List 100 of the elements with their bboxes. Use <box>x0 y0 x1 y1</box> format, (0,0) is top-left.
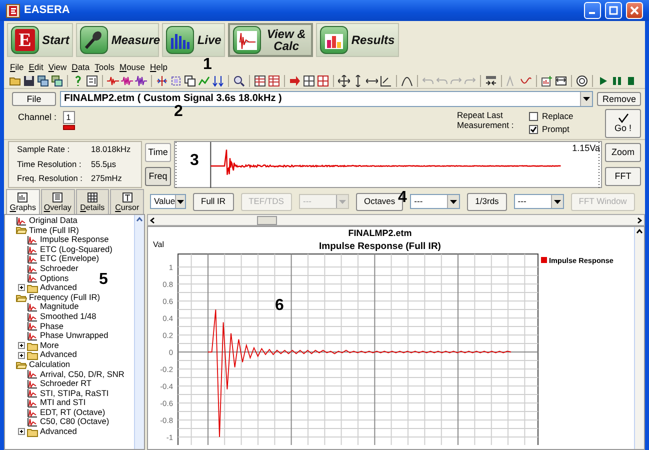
tree-item[interactable]: Frequency (Full IR) <box>29 292 100 302</box>
tree-item[interactable]: Advanced <box>40 283 77 293</box>
toolbar-button[interactable]: 1/3rds <box>467 192 507 210</box>
tree-item[interactable]: Advanced <box>40 427 77 437</box>
tree-item[interactable]: Phase Unwrapped <box>40 331 108 341</box>
menu-item[interactable]: Help <box>150 61 168 73</box>
tree-item[interactable]: Impulse Response <box>40 235 109 245</box>
file-button[interactable]: File <box>12 92 56 106</box>
tree-item[interactable]: Phase <box>40 322 64 332</box>
checkmark-icon[interactable] <box>618 113 628 124</box>
tree-item[interactable]: Schroeder RT <box>40 379 92 389</box>
expand-button[interactable] <box>18 284 25 292</box>
dropdown-arrow-icon[interactable] <box>583 97 590 101</box>
table-icon[interactable] <box>254 74 266 86</box>
tree-item[interactable]: Smoothed 1/48 <box>40 312 96 322</box>
overview-button[interactable]: FFT <box>605 166 641 186</box>
panel-icon[interactable] <box>86 74 98 86</box>
curve-icon[interactable] <box>520 74 532 86</box>
tree-item[interactable]: More <box>40 340 59 350</box>
tree-item[interactable]: STI, STIPa, RaSTI <box>40 388 109 398</box>
menu-item[interactable]: Edit <box>28 61 44 73</box>
tree-item[interactable]: Magnitude <box>40 302 79 312</box>
expand-button[interactable] <box>18 428 25 436</box>
peak-icon[interactable] <box>401 74 413 86</box>
view-tab[interactable]: Cursor <box>110 189 144 214</box>
tree-item[interactable]: Arrival, C50, D/R, SNR <box>40 370 124 380</box>
menu-item[interactable]: File <box>10 61 24 73</box>
tree-item[interactable]: Time (Full IR) <box>29 226 79 236</box>
expand-button[interactable] <box>18 352 25 359</box>
dropdown-arrow-icon[interactable] <box>450 200 458 204</box>
main-tab[interactable]: View & Calc <box>228 23 314 57</box>
crosshair-icon[interactable] <box>156 74 168 86</box>
chart-scrollbar[interactable] <box>634 227 644 449</box>
menu-item[interactable]: Data <box>72 61 90 73</box>
expand-button[interactable] <box>18 342 25 350</box>
toolbar-button[interactable]: Full IR <box>193 192 234 210</box>
minimize-button[interactable] <box>584 2 601 19</box>
main-tab[interactable]: Live <box>162 23 226 57</box>
go-button[interactable]: Go ! <box>605 109 641 138</box>
save-icon[interactable] <box>23 74 35 86</box>
dropdown-arrow-icon[interactable] <box>554 200 561 204</box>
grid-icon[interactable] <box>303 74 315 86</box>
maximize-button[interactable] <box>605 2 622 19</box>
dropdown-arrow-icon[interactable] <box>177 200 184 204</box>
scrollbar-thumb[interactable] <box>257 216 277 224</box>
tree-scrollbar[interactable] <box>134 215 144 449</box>
open-folder-icon[interactable] <box>9 74 21 86</box>
view-tab[interactable]: Overlay <box>40 189 74 214</box>
scroll-up-icon[interactable] <box>635 227 644 236</box>
mode-button[interactable]: Freq <box>145 166 171 186</box>
menu-item[interactable]: View <box>48 61 67 73</box>
copy-window-icon[interactable] <box>37 74 49 86</box>
axis-icon[interactable] <box>380 74 392 86</box>
remove-button[interactable]: Remove <box>597 92 641 106</box>
tree-item[interactable]: ETC (Log-Squared) <box>40 244 112 254</box>
tree-item[interactable]: Advanced <box>40 350 77 360</box>
dropdown[interactable]: Value <box>150 194 186 209</box>
menu-item[interactable]: Mouse <box>119 61 146 73</box>
arrows-icon[interactable] <box>485 74 497 86</box>
grid-icon[interactable] <box>317 74 329 86</box>
waveform-icon[interactable] <box>135 74 147 86</box>
tree-item[interactable]: MTI and STI <box>40 398 86 408</box>
circle-button-icon[interactable] <box>576 74 588 86</box>
tree-item[interactable]: Schroeder <box>40 264 78 274</box>
move-arrows-icon[interactable] <box>338 74 350 86</box>
play-icon[interactable] <box>597 74 609 86</box>
maximize-icon[interactable] <box>609 6 618 15</box>
menu-item[interactable]: Tools <box>94 61 114 73</box>
stop-icon[interactable] <box>625 74 637 86</box>
copy-icon[interactable] <box>555 74 567 86</box>
main-tab[interactable]: E Start <box>7 23 74 57</box>
overview-button[interactable]: Zoom <box>605 143 641 162</box>
window-icon[interactable] <box>184 74 196 86</box>
dropdown[interactable]: --- <box>514 194 564 209</box>
mode-button[interactable]: Time <box>145 143 171 162</box>
channel-field[interactable]: 1 <box>62 111 75 124</box>
horizontal-scrollbar[interactable] <box>147 214 645 226</box>
view-tab[interactable]: Graphs <box>6 189 40 214</box>
waveform-icon[interactable] <box>107 74 119 86</box>
zoom-frame-icon[interactable] <box>170 74 182 86</box>
zoom-icon[interactable] <box>233 74 245 86</box>
arrows-down-icon[interactable] <box>212 74 224 86</box>
tree-item[interactable]: EDT, RT (Octave) <box>40 408 106 418</box>
view-tab[interactable]: Details <box>76 189 110 214</box>
main-tab[interactable]: Results <box>316 23 399 57</box>
main-tab[interactable]: Measure <box>76 23 160 57</box>
close-icon[interactable] <box>630 6 639 15</box>
pause-icon[interactable] <box>611 74 623 86</box>
tree-item[interactable]: Original Data <box>29 216 78 226</box>
tree-item[interactable]: Options <box>40 274 69 284</box>
tree-item[interactable]: C50, C80 (Octave) <box>40 417 110 428</box>
tree-item[interactable]: Calculation <box>29 360 70 370</box>
arrow-right-icon[interactable] <box>289 74 301 86</box>
scroll-left-icon[interactable] <box>148 216 157 224</box>
scroll-right-icon[interactable] <box>635 216 644 224</box>
chart-add-icon[interactable] <box>541 74 553 86</box>
copy-window-icon[interactable] <box>51 74 63 86</box>
waveform-icon[interactable] <box>121 74 133 86</box>
checkbox[interactable] <box>529 112 538 121</box>
table-icon[interactable] <box>268 74 280 86</box>
